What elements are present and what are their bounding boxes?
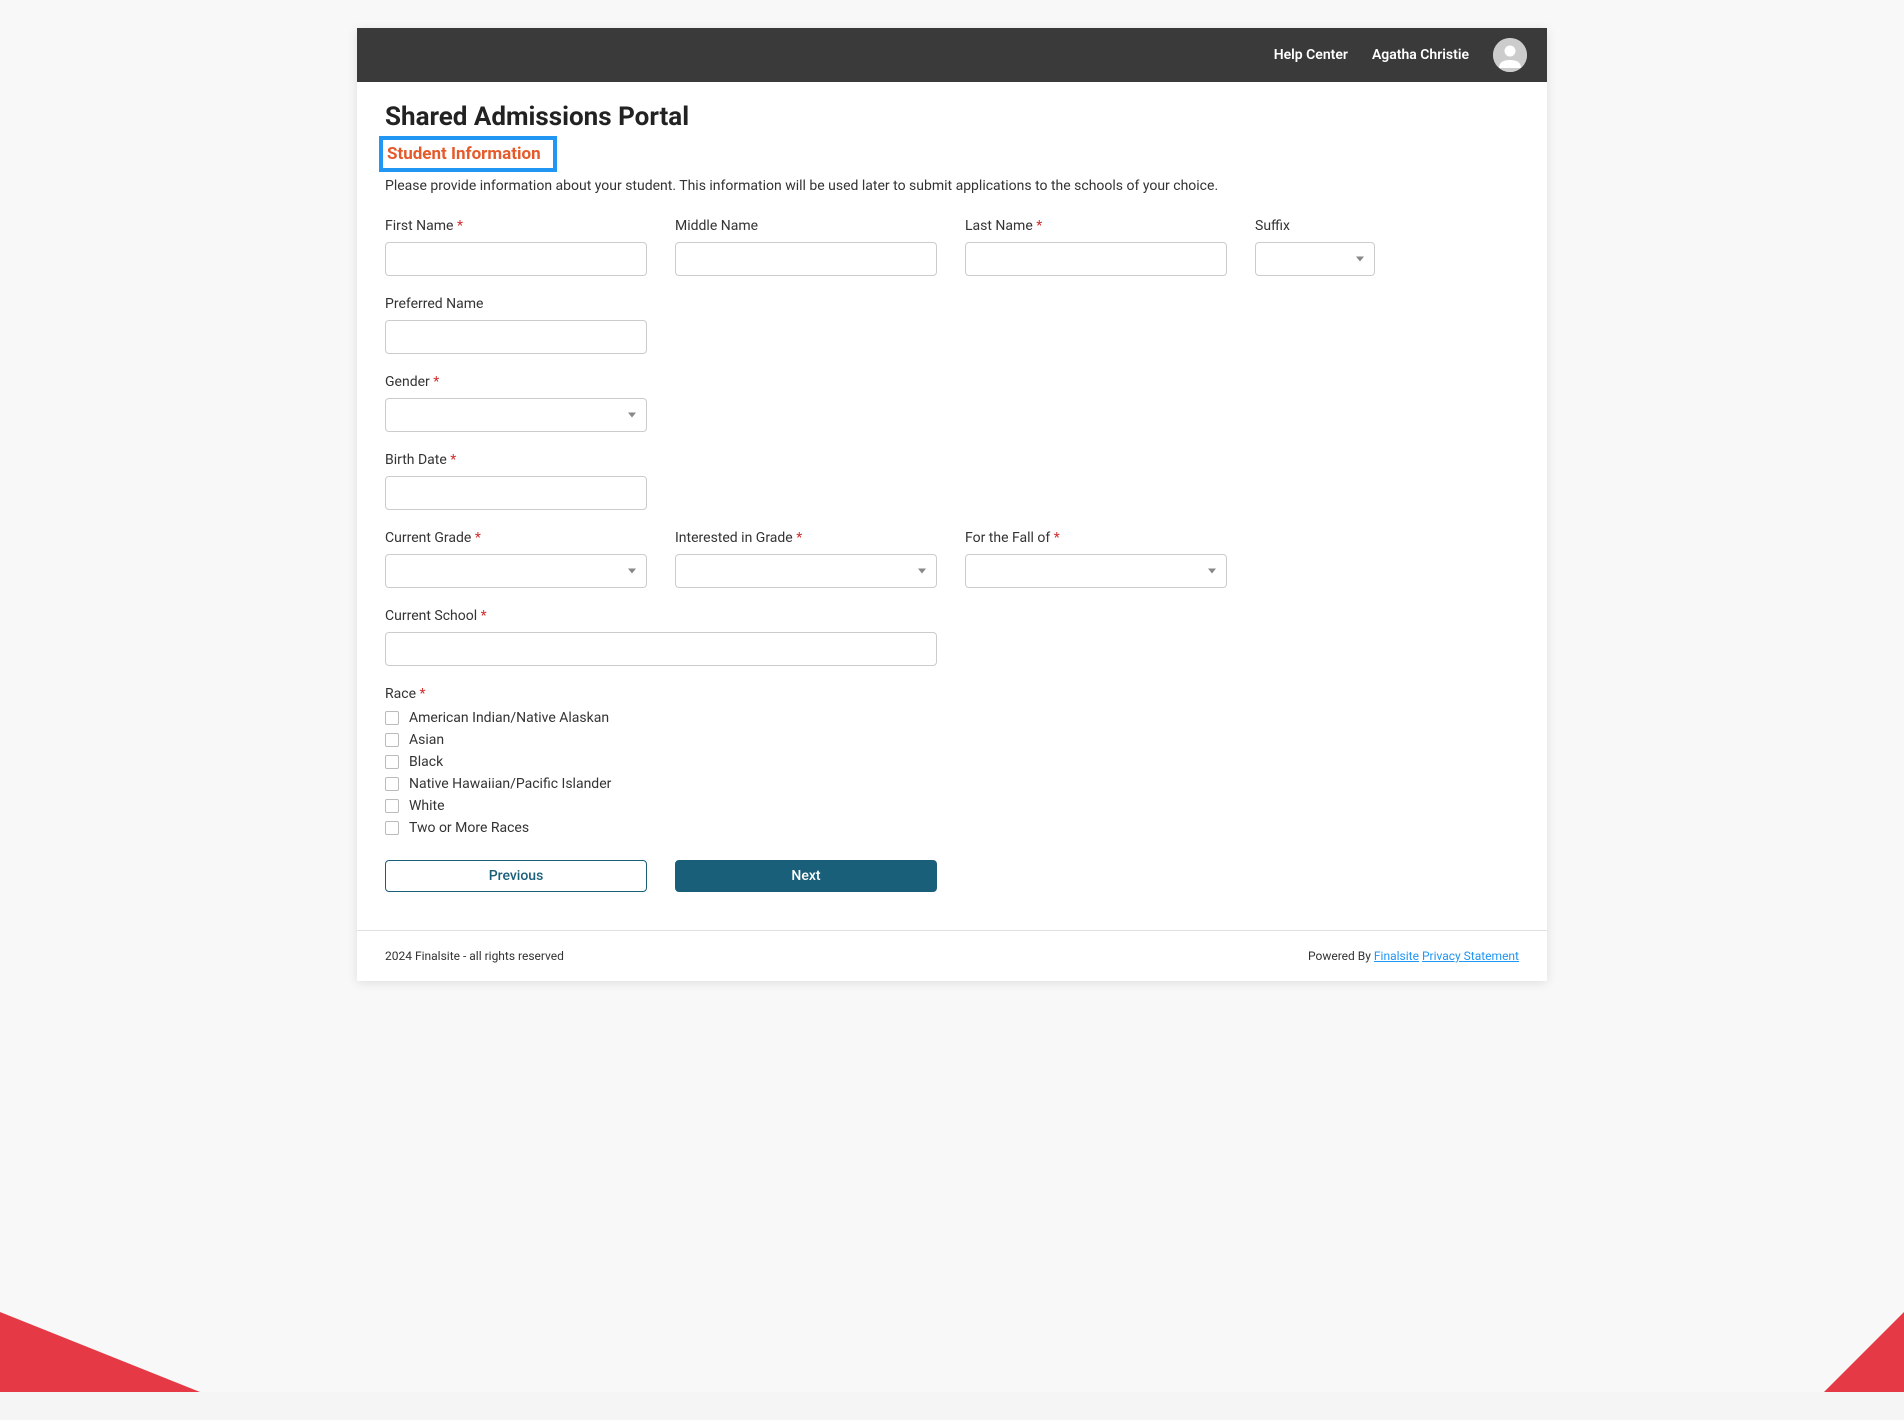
page-title: Shared Admissions Portal [385, 102, 1519, 132]
content-area: Shared Admissions Portal Student Informa… [357, 82, 1547, 920]
chevron-down-icon [1208, 569, 1216, 574]
middle-name-label: Middle Name [675, 218, 937, 234]
last-name-group: Last Name * [965, 218, 1227, 276]
next-button[interactable]: Next [675, 860, 937, 892]
race-group: Race * American Indian/Native Alaskan As… [385, 686, 611, 836]
previous-button[interactable]: Previous [385, 860, 647, 892]
race-label-two-or-more: Two or More Races [409, 820, 529, 836]
race-label: Race * [385, 686, 611, 702]
school-row: Current School * [385, 608, 1519, 666]
preferred-name-input[interactable] [385, 320, 647, 354]
avatar-icon [1493, 38, 1527, 72]
chevron-down-icon [628, 569, 636, 574]
current-grade-group: Current Grade * [385, 530, 647, 588]
first-name-input[interactable] [385, 242, 647, 276]
finalsite-link[interactable]: Finalsite [1374, 949, 1419, 963]
section-description: Please provide information about your st… [385, 178, 1519, 194]
fall-of-group: For the Fall of * [965, 530, 1227, 588]
user-name-link[interactable]: Agatha Christie [1372, 47, 1469, 63]
last-name-label: Last Name * [965, 218, 1227, 234]
race-checkbox-native-hawaiian[interactable] [385, 777, 399, 791]
race-checkbox-white[interactable] [385, 799, 399, 813]
race-option-native-hawaiian: Native Hawaiian/Pacific Islander [385, 776, 611, 792]
current-school-label: Current School * [385, 608, 937, 624]
header-bar: Help Center Agatha Christie [357, 28, 1547, 82]
gender-label: Gender * [385, 374, 647, 390]
chevron-down-icon [918, 569, 926, 574]
race-label-white: White [409, 798, 445, 814]
race-option-american-indian: American Indian/Native Alaskan [385, 710, 611, 726]
race-row: Race * American Indian/Native Alaskan As… [385, 686, 1519, 836]
current-school-input[interactable] [385, 632, 937, 666]
first-name-label: First Name * [385, 218, 647, 234]
race-option-white: White [385, 798, 611, 814]
footer: 2024 Finalsite - all rights reserved Pow… [357, 930, 1547, 981]
middle-name-input[interactable] [675, 242, 937, 276]
help-center-link[interactable]: Help Center [1274, 47, 1348, 63]
birthdate-row: Birth Date * [385, 452, 1519, 510]
chevron-down-icon [628, 413, 636, 418]
grade-row: Current Grade * Interested in Grade * [385, 530, 1519, 588]
first-name-group: First Name * [385, 218, 647, 276]
race-checkbox-black[interactable] [385, 755, 399, 769]
user-avatar[interactable] [1493, 38, 1527, 72]
interested-grade-select[interactable] [675, 554, 937, 588]
button-row: Previous Next [385, 860, 1519, 892]
preferred-name-label: Preferred Name [385, 296, 647, 312]
interested-grade-group: Interested in Grade * [675, 530, 937, 588]
race-option-black: Black [385, 754, 611, 770]
race-label-black: Black [409, 754, 443, 770]
race-checkbox-asian[interactable] [385, 733, 399, 747]
race-checkbox-american-indian[interactable] [385, 711, 399, 725]
race-label-asian: Asian [409, 732, 444, 748]
race-checkbox-two-or-more[interactable] [385, 821, 399, 835]
copyright-text: 2024 Finalsite - all rights reserved [385, 949, 564, 963]
race-label-american-indian: American Indian/Native Alaskan [409, 710, 609, 726]
section-title: Student Information [387, 144, 541, 164]
middle-name-group: Middle Name [675, 218, 937, 276]
gender-group: Gender * [385, 374, 647, 432]
gender-select[interactable] [385, 398, 647, 432]
birthdate-group: Birth Date * [385, 452, 647, 510]
privacy-statement-link[interactable]: Privacy Statement [1422, 949, 1519, 963]
fall-of-label: For the Fall of * [965, 530, 1227, 546]
fall-of-select[interactable] [965, 554, 1227, 588]
birthdate-label: Birth Date * [385, 452, 647, 468]
preferred-name-row: Preferred Name [385, 296, 1519, 354]
current-grade-label: Current Grade * [385, 530, 647, 546]
last-name-input[interactable] [965, 242, 1227, 276]
preferred-name-group: Preferred Name [385, 296, 647, 354]
gender-row: Gender * [385, 374, 1519, 432]
race-options: American Indian/Native Alaskan Asian Bla… [385, 710, 611, 836]
current-grade-select[interactable] [385, 554, 647, 588]
current-school-group: Current School * [385, 608, 937, 666]
powered-by-text: Powered By Finalsite Privacy Statement [1308, 949, 1519, 963]
chevron-down-icon [1356, 257, 1364, 262]
suffix-select[interactable] [1255, 242, 1375, 276]
section-title-highlight: Student Information [379, 136, 557, 172]
suffix-group: Suffix [1255, 218, 1375, 276]
birthdate-input[interactable] [385, 476, 647, 510]
race-option-asian: Asian [385, 732, 611, 748]
interested-grade-label: Interested in Grade * [675, 530, 937, 546]
race-option-two-or-more: Two or More Races [385, 820, 611, 836]
name-row: First Name * Middle Name Last Name * Suf… [385, 218, 1519, 276]
main-container: Help Center Agatha Christie Shared Admis… [357, 28, 1547, 981]
race-label-native-hawaiian: Native Hawaiian/Pacific Islander [409, 776, 611, 792]
suffix-label: Suffix [1255, 218, 1375, 234]
